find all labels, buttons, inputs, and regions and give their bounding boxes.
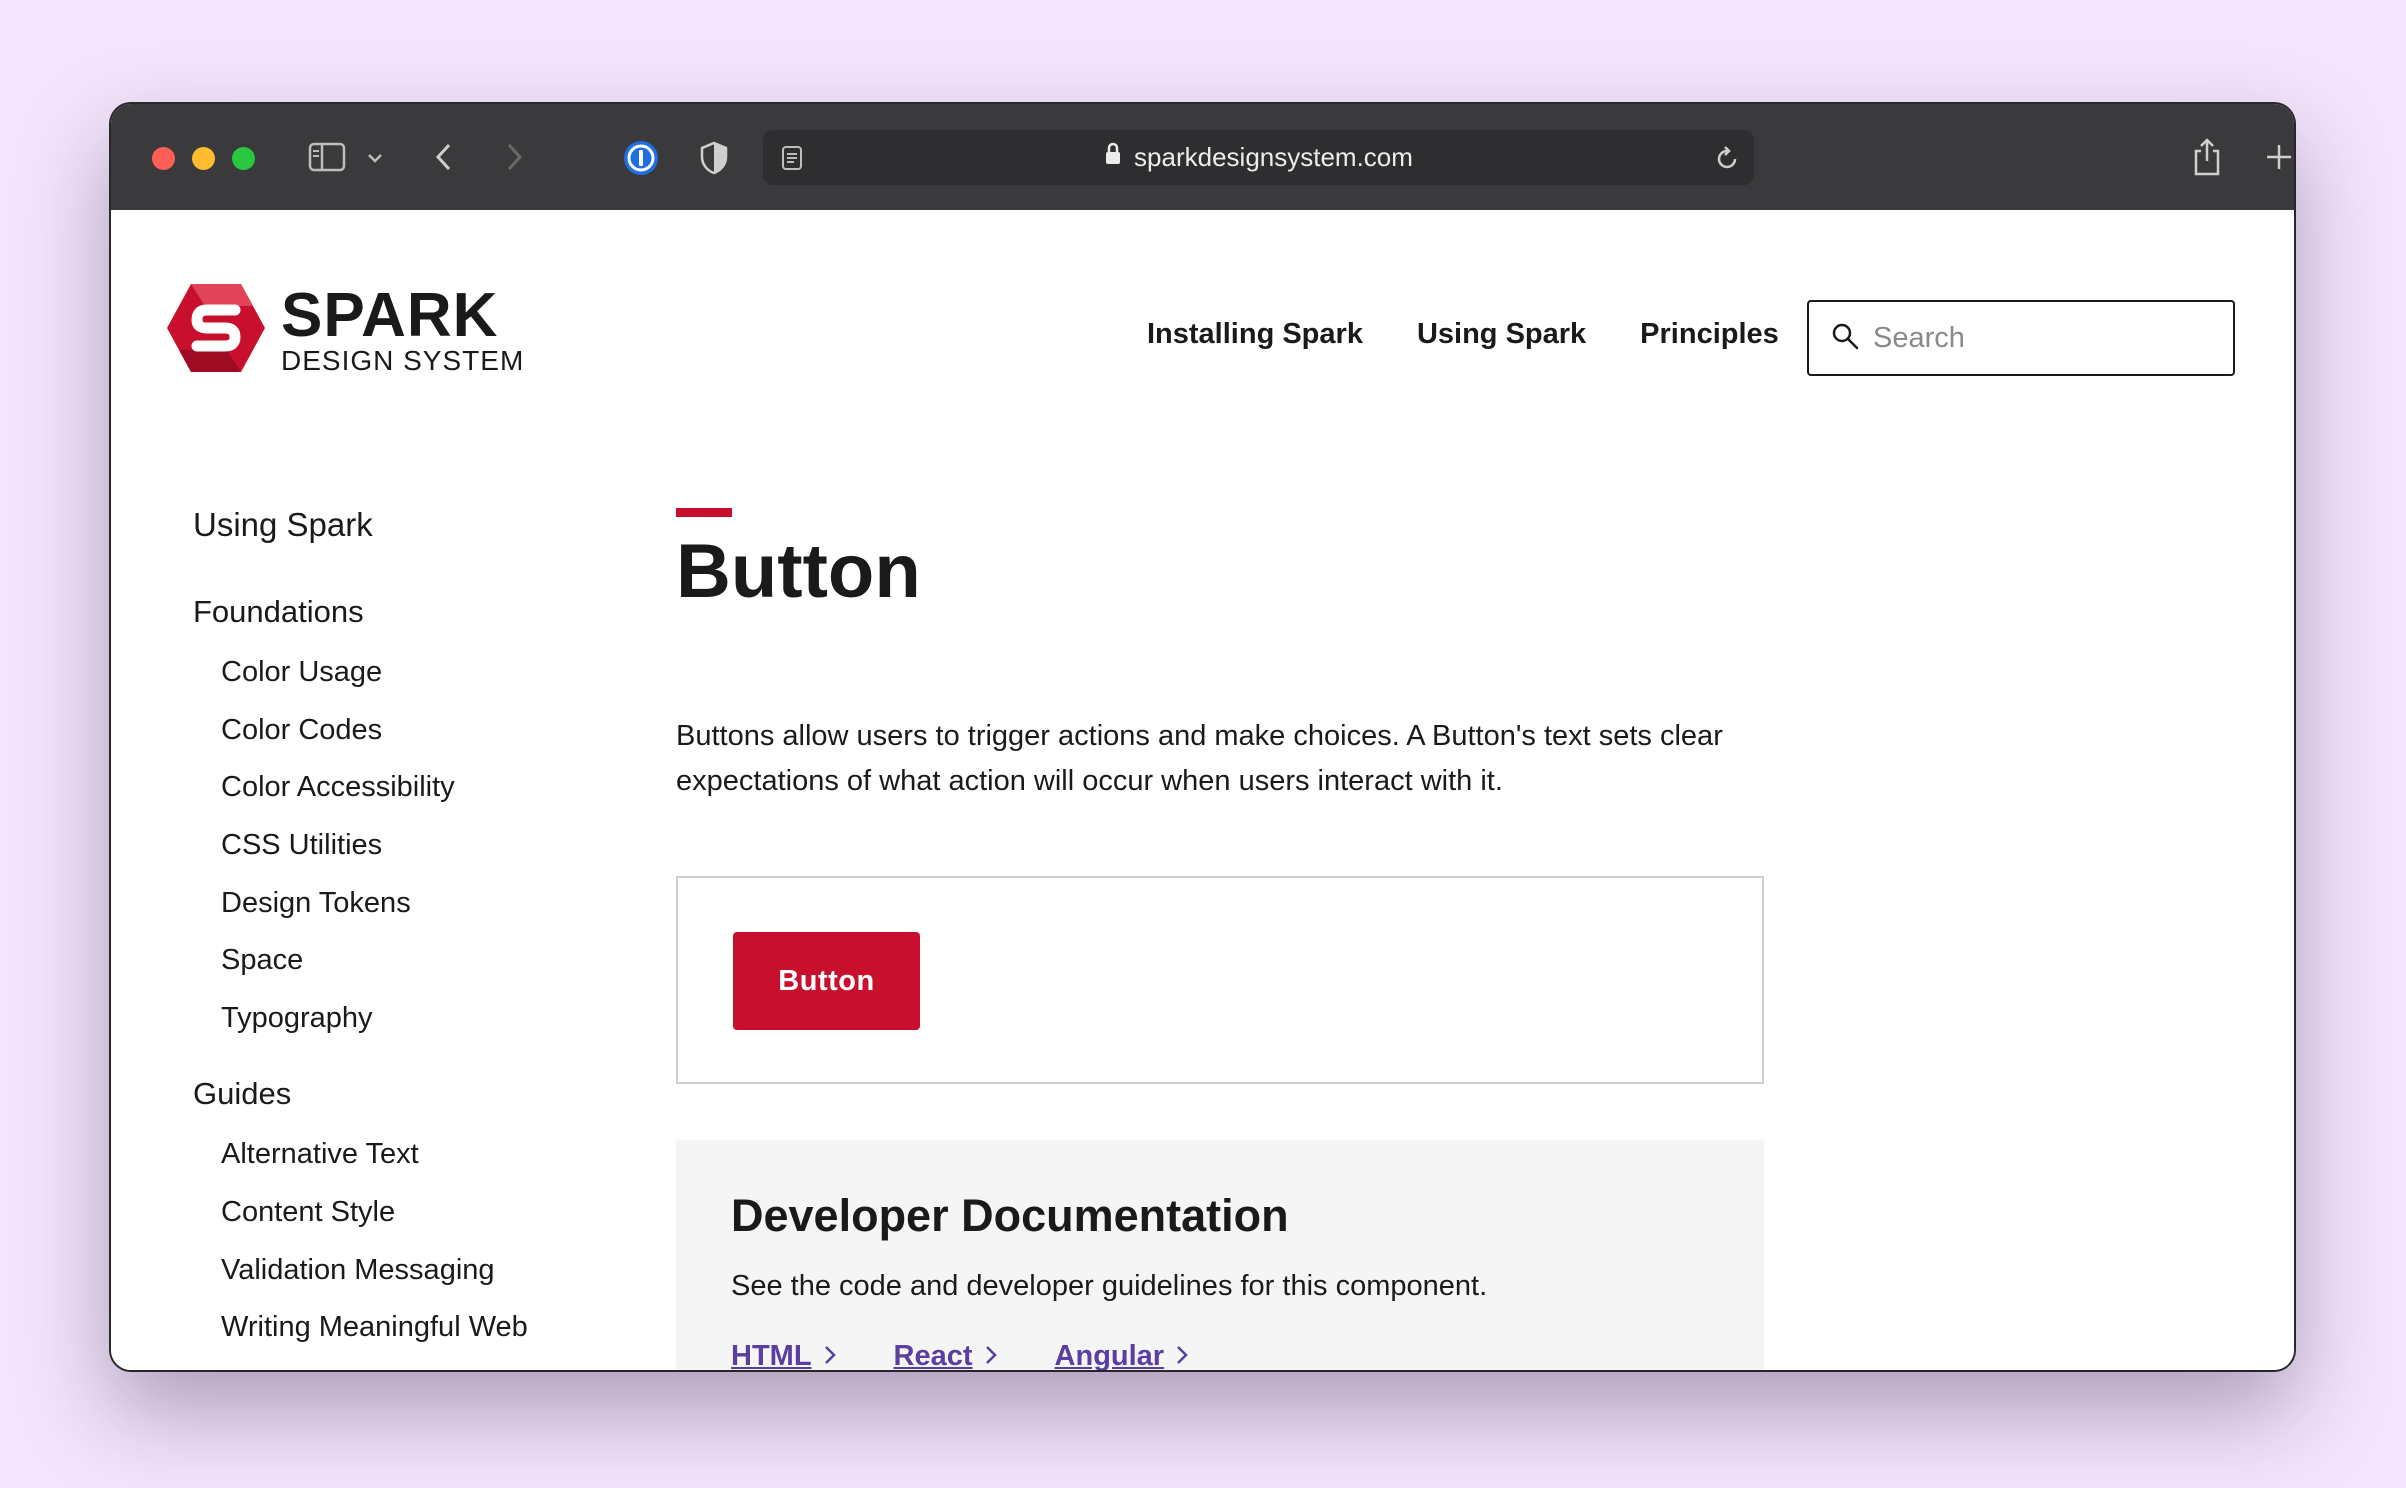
sidebar-item-alternative-text[interactable]: Alternative Text	[221, 1138, 419, 1171]
link-react-label: React	[893, 1340, 973, 1370]
reload-icon[interactable]	[1712, 143, 1742, 173]
sidebar-item-design-tokens[interactable]: Design Tokens	[221, 887, 411, 920]
nav-using-spark[interactable]: Using Spark	[1417, 318, 1586, 351]
link-html-label: HTML	[731, 1340, 812, 1370]
browser-window: sparkdesignsystem.com SPARK DESIGN SYSTE…	[111, 104, 2294, 1370]
developer-documentation-card: Developer Documentation See the code and…	[676, 1140, 1764, 1370]
chevron-right-icon	[1176, 1340, 1188, 1370]
nav-principles[interactable]: Principles	[1640, 318, 1779, 351]
link-html[interactable]: HTML	[731, 1340, 836, 1370]
share-icon[interactable]	[2189, 136, 2225, 178]
button-demo-box: Button	[676, 876, 1764, 1084]
address-bar[interactable]: sparkdesignsystem.com	[763, 130, 1754, 185]
demo-button[interactable]: Button	[733, 932, 920, 1030]
logo-wordmark: SPARK	[281, 280, 499, 350]
minimize-window-button[interactable]	[192, 147, 215, 170]
chevron-right-icon	[985, 1340, 997, 1370]
top-navigation: Installing Spark Using Spark Principles	[1147, 318, 1779, 351]
spark-logo-icon	[165, 282, 267, 379]
sidebar-item-color-accessibility[interactable]: Color Accessibility	[221, 771, 455, 804]
new-tab-icon[interactable]	[2262, 140, 2294, 174]
zoom-window-button[interactable]	[232, 147, 255, 170]
sidebar-section-foundations[interactable]: Foundations	[193, 594, 364, 630]
shield-icon[interactable]	[697, 139, 731, 177]
sidebar-item-content-style[interactable]: Content Style	[221, 1196, 395, 1229]
link-react[interactable]: React	[894, 1340, 997, 1370]
dev-doc-links: HTML React Angular	[731, 1340, 1188, 1370]
link-angular-label: Angular	[1054, 1340, 1165, 1370]
sidebar-item-css-utilities[interactable]: CSS Utilities	[221, 829, 382, 862]
sidebar-item-validation-messaging[interactable]: Validation Messaging	[221, 1254, 495, 1287]
close-window-button[interactable]	[152, 147, 175, 170]
sidebar-item-color-codes[interactable]: Color Codes	[221, 714, 382, 747]
page-title: Button	[676, 529, 921, 614]
chevron-right-icon	[824, 1340, 836, 1370]
url-text: sparkdesignsystem.com	[1134, 142, 1413, 172]
password-manager-icon[interactable]	[622, 139, 660, 177]
title-accent-bar	[676, 508, 732, 517]
sidebar-section-guides[interactable]: Guides	[193, 1076, 291, 1112]
lock-icon	[1104, 142, 1122, 173]
forward-icon[interactable]	[497, 140, 531, 174]
dev-doc-title: Developer Documentation	[731, 1190, 1289, 1241]
search-icon	[1831, 322, 1859, 355]
sidebar-item-typography[interactable]: Typography	[221, 1002, 373, 1035]
link-angular[interactable]: Angular	[1055, 1340, 1189, 1370]
sidebar-item-writing-meaningful-web[interactable]: Writing Meaningful Web	[221, 1311, 528, 1344]
sidebar-toggle-icon[interactable]	[307, 140, 347, 174]
browser-toolbar: sparkdesignsystem.com	[111, 104, 2294, 210]
sidebar-item-space[interactable]: Space	[221, 944, 303, 977]
logo-tagline: DESIGN SYSTEM	[281, 344, 525, 376]
back-icon[interactable]	[427, 140, 461, 174]
web-page: SPARK DESIGN SYSTEM Installing Spark Usi…	[111, 210, 2294, 1370]
search-placeholder: Search	[1873, 321, 1965, 354]
sidebar-item-color-usage[interactable]: Color Usage	[221, 656, 382, 689]
chevron-down-icon[interactable]	[363, 146, 387, 170]
dev-doc-description: See the code and developer guidelines fo…	[731, 1270, 1488, 1302]
page-intro: Buttons allow users to trigger actions a…	[676, 720, 1723, 797]
sidebar-title[interactable]: Using Spark	[193, 506, 373, 544]
nav-installing-spark[interactable]: Installing Spark	[1147, 318, 1363, 351]
search-input[interactable]: Search	[1807, 300, 2235, 376]
spark-logo[interactable]: SPARK DESIGN SYSTEM	[165, 282, 524, 379]
